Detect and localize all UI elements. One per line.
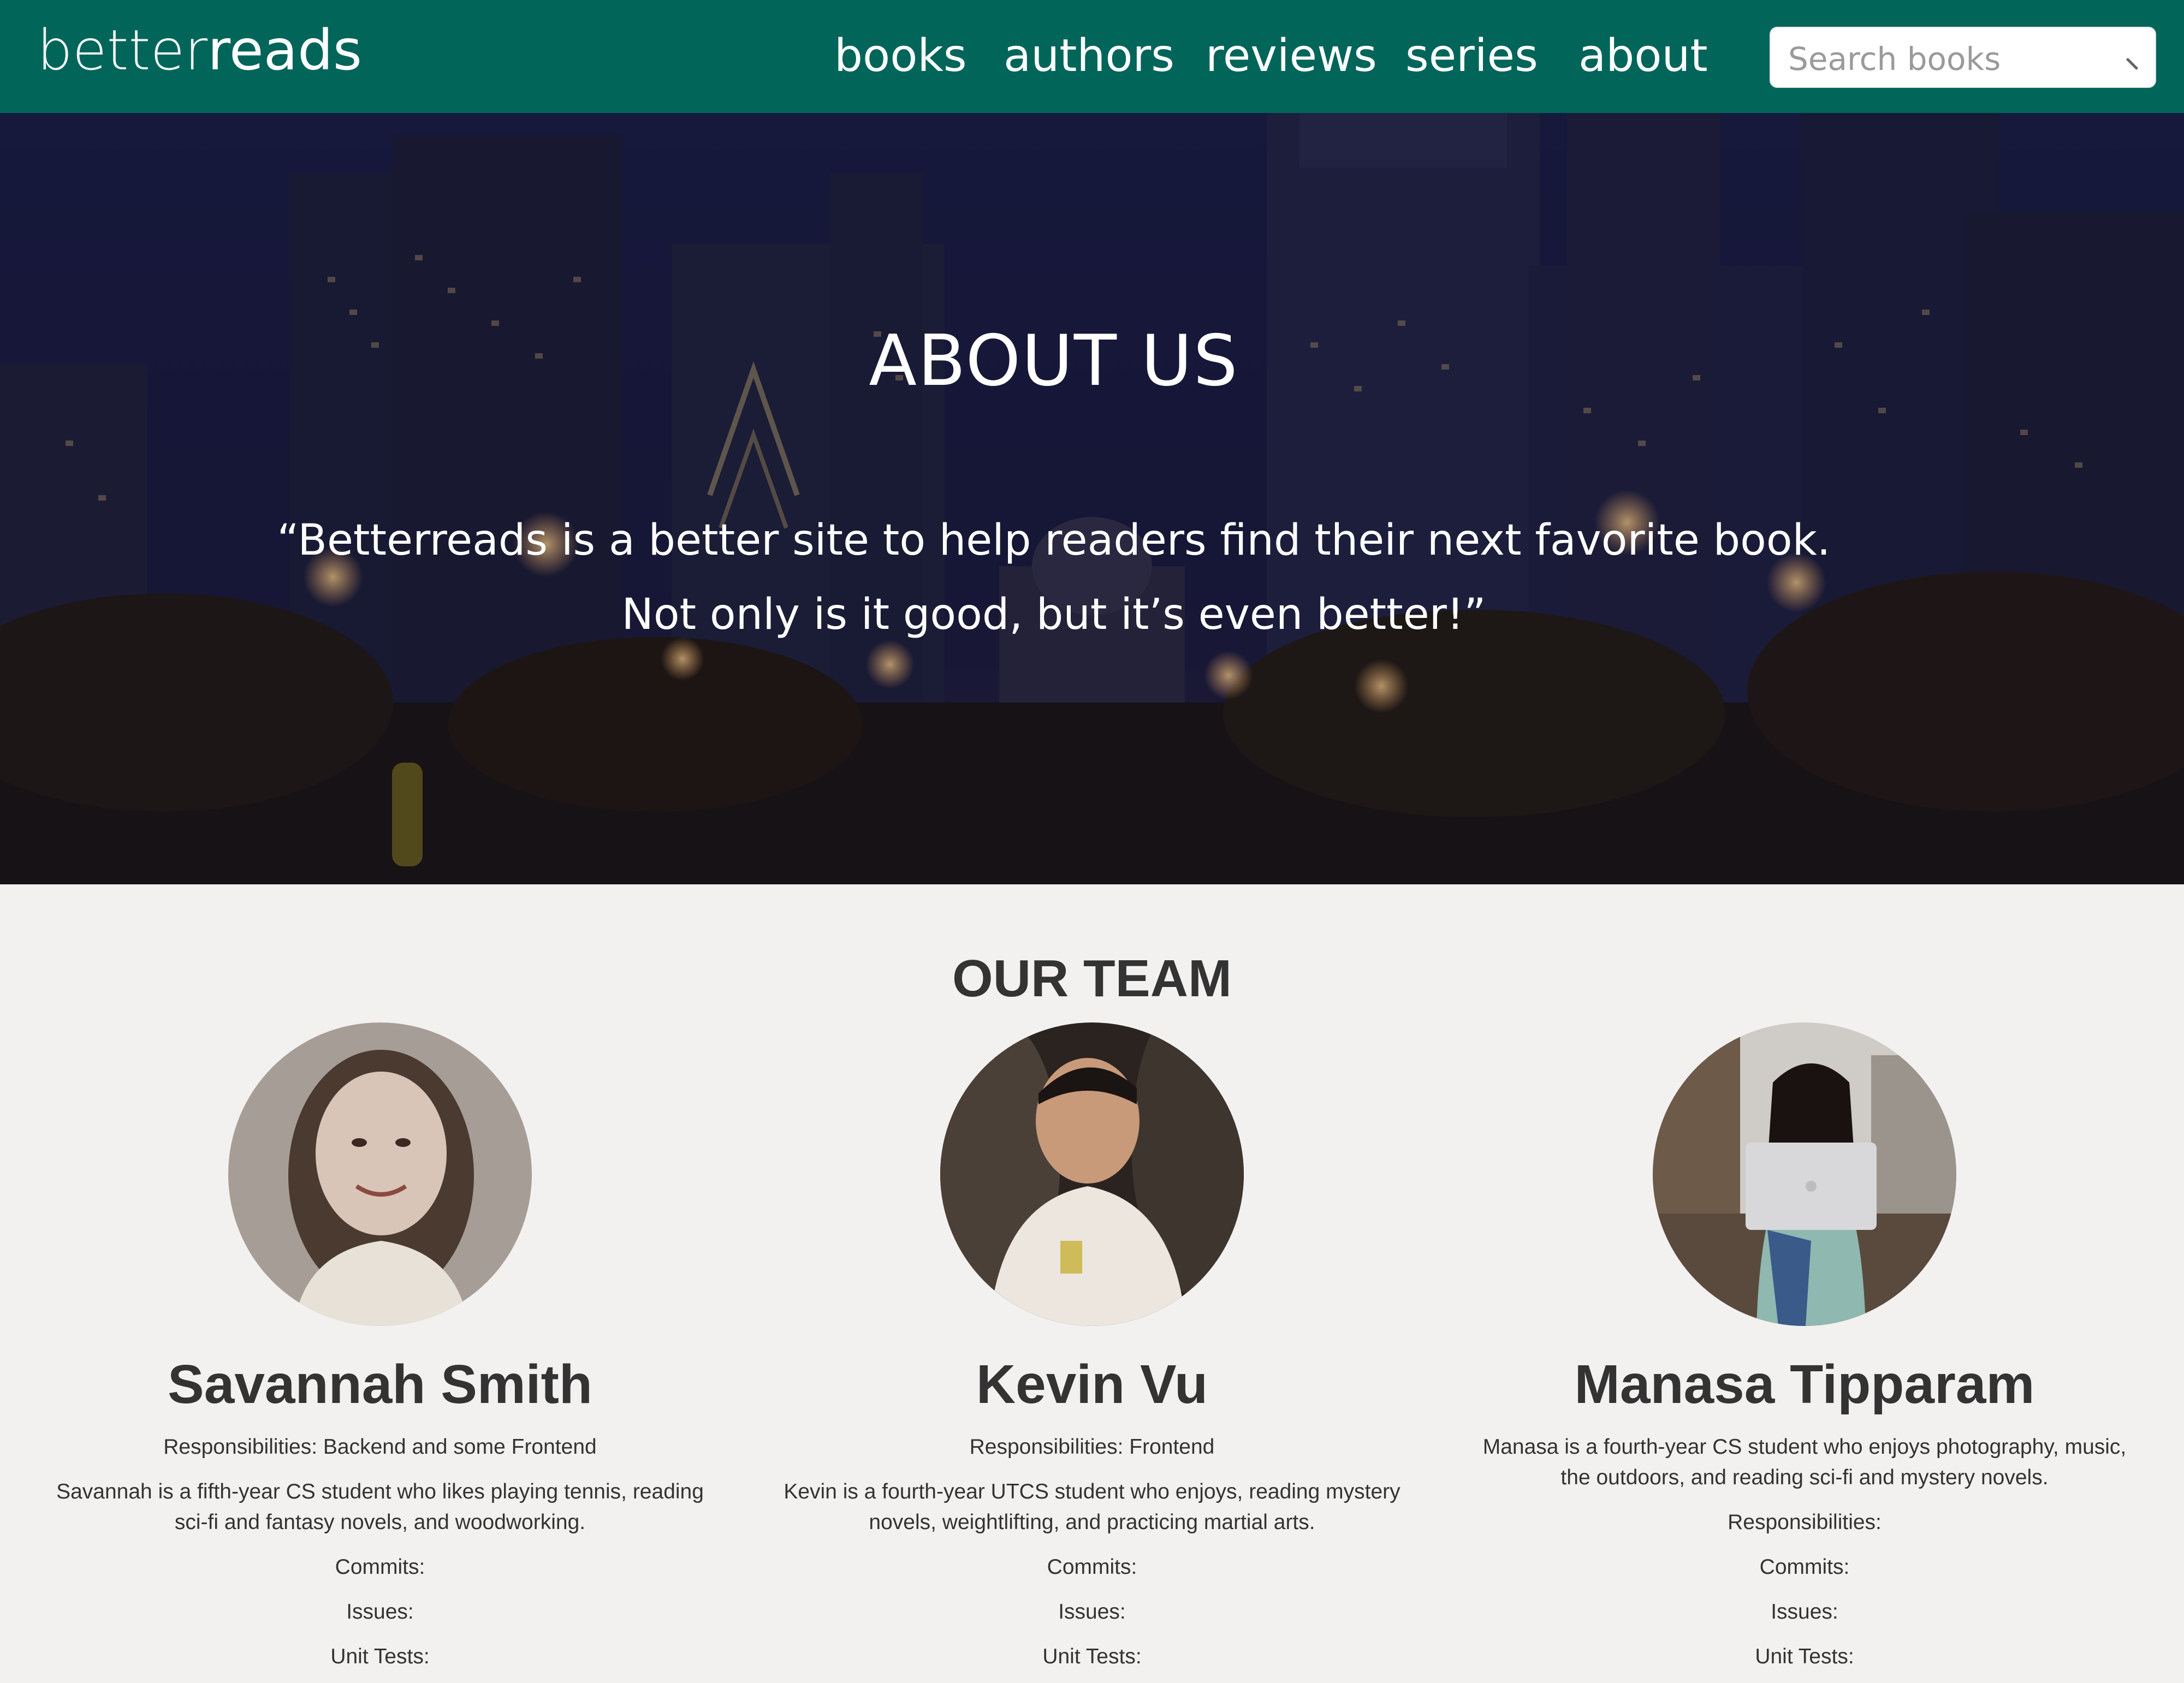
team-member-card: Manasa Tipparam Manasa is a fourth-year …: [1450, 1022, 2159, 1672]
member-commits: Commits:: [1759, 1555, 1850, 1579]
member-photo: [940, 1022, 1244, 1326]
team-member-card: Savannah Smith Responsibilities: Backend…: [25, 1022, 735, 1672]
nav-link-reviews[interactable]: reviews: [1206, 34, 1377, 79]
member-commits: Commits:: [1047, 1555, 1137, 1579]
hero-quote-line-2: Not only is it good, but it’s even bette…: [621, 590, 1486, 639]
member-photo: [228, 1022, 532, 1326]
team-section-title: OUR TEAM: [952, 949, 1232, 1008]
member-unit-tests: Unit Tests:: [1755, 1645, 1854, 1668]
nav-link-authors[interactable]: authors: [1004, 34, 1174, 79]
member-unit-tests: Unit Tests:: [1042, 1645, 1142, 1668]
brand-logo[interactable]: betterreads: [37, 23, 362, 79]
member-issues: Issues:: [346, 1600, 414, 1623]
hero-banner: ABOUT US “Betterreads is a better site t…: [0, 113, 2184, 884]
avatar: [1653, 1022, 1956, 1326]
member-responsibilities: Responsibilities: Frontend: [969, 1435, 1215, 1459]
nav-link-about[interactable]: about: [1578, 34, 1708, 79]
member-bio: Kevin is a fourth-year UTCS student who …: [784, 1480, 1400, 1534]
nav-link-books[interactable]: books: [834, 34, 967, 79]
member-name: Kevin Vu: [976, 1354, 1208, 1415]
member-photo: [1653, 1022, 1956, 1326]
member-name: Savannah Smith: [168, 1354, 592, 1415]
brand-text-light: better: [37, 18, 208, 83]
hero-quote-line-1: “Betterreads is a better site to help re…: [277, 516, 1831, 565]
search-input[interactable]: [1787, 38, 2095, 80]
team-member-card: Kevin Vu Responsibilities: Frontend Kevi…: [737, 1022, 1447, 1672]
navbar: betterreads books authors reviews series…: [0, 0, 2184, 113]
member-responsibilities: Responsibilities:: [1728, 1510, 1882, 1534]
page-title: ABOUT US: [869, 320, 1239, 402]
member-bio: Savannah is a fifth-year CS student who …: [56, 1480, 704, 1534]
member-issues: Issues:: [1771, 1600, 1838, 1623]
nav-link-series[interactable]: series: [1405, 34, 1538, 79]
member-bio: Manasa is a fourth-year CS student who e…: [1482, 1435, 2127, 1489]
brand-text-bold: reads: [207, 18, 363, 83]
city-skyline-image: [0, 113, 2184, 884]
search-icon[interactable]: [2112, 44, 2145, 77]
member-commits: Commits:: [335, 1555, 425, 1579]
member-unit-tests: Unit Tests:: [330, 1645, 430, 1668]
avatar: [228, 1022, 532, 1326]
member-responsibilities: Responsibilities: Backend and some Front…: [163, 1435, 597, 1459]
member-issues: Issues:: [1058, 1600, 1126, 1623]
search-box: [1770, 27, 2156, 88]
member-name: Manasa Tipparam: [1574, 1354, 2035, 1415]
avatar: [940, 1022, 1244, 1326]
